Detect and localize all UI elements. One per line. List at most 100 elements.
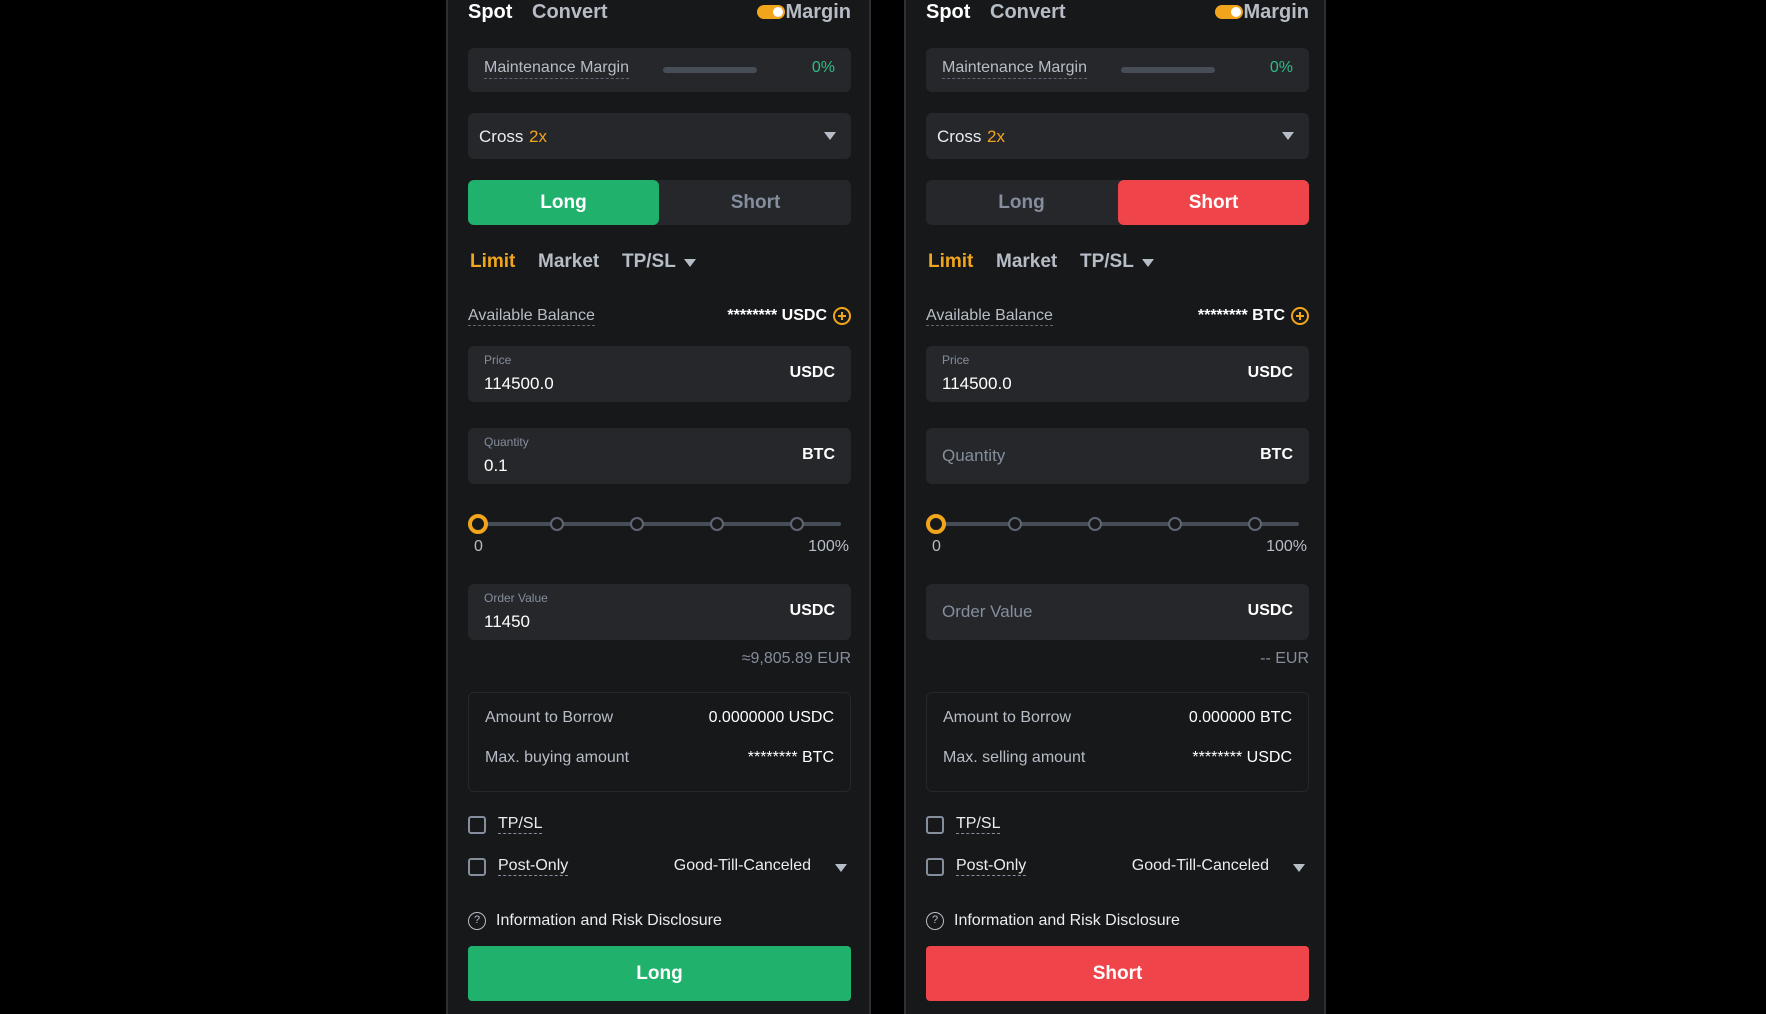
quantity-slider[interactable]: 0 100% [468,512,851,556]
available-balance-value: ******** USDC [727,307,827,324]
caret-down-icon [1282,132,1294,140]
tpsl-checkbox[interactable] [468,816,486,834]
tab-margin[interactable]: Margin [1243,1,1309,24]
tab-tpsl[interactable]: TP/SL [622,251,676,273]
quantity-label: Quantity [484,435,529,449]
price-unit: USDC [1247,364,1293,381]
margin-toggle[interactable] [1215,5,1243,19]
max-amount-label: Max. selling amount [943,749,1086,766]
price-input[interactable]: Price 114500.0 USDC [468,346,851,402]
risk-disclosure[interactable]: ? Information and Risk Disclosure [926,911,1309,935]
tab-spot[interactable]: Spot [468,1,512,24]
quantity-value[interactable]: 0.1 [484,456,508,476]
quantity-placeholder[interactable]: Quantity [942,446,1005,466]
slider-track[interactable] [478,522,841,526]
maintenance-margin-value: 0% [1269,59,1293,76]
leverage-select[interactable]: Cross 2x [468,113,851,159]
maintenance-margin-bar [663,67,757,73]
tab-limit[interactable]: Limit [470,251,515,273]
slider-track[interactable] [936,522,1299,526]
available-balance-label[interactable]: Available Balance [468,307,595,326]
maintenance-margin-label[interactable]: Maintenance Margin [484,59,629,79]
post-only-option: Post-Only Good-Till-Canceled [926,856,1309,880]
borrow-info-box: Amount to Borrow 0.000000 BTC Max. selli… [926,692,1309,792]
trade-type-tabs: Spot Convert Margin [468,0,851,26]
caret-down-icon[interactable] [835,864,847,872]
order-value-value[interactable]: 11450 [484,612,530,632]
short-submit-button[interactable]: Short [926,946,1309,1001]
long-tab-button[interactable]: Long [468,180,659,225]
long-submit-button[interactable]: Long [468,946,851,1001]
leverage-select[interactable]: Cross 2x [926,113,1309,159]
tpsl-checkbox-label[interactable]: TP/SL [956,815,1001,834]
short-tab-button[interactable]: Short [1118,180,1309,225]
short-tab-button[interactable]: Short [660,180,851,225]
slider-min-label: 0 [474,538,483,555]
quantity-slider[interactable]: 0 100% [926,512,1309,556]
tab-convert[interactable]: Convert [532,1,608,24]
risk-disclosure-link[interactable]: Information and Risk Disclosure [954,912,1180,930]
leverage-multiplier: 2x [529,127,547,146]
caret-down-icon[interactable] [1142,259,1154,267]
slider-step-50[interactable] [630,517,644,531]
tab-limit[interactable]: Limit [928,251,973,273]
tpsl-checkbox[interactable] [926,816,944,834]
price-value[interactable]: 114500.0 [942,374,1012,394]
max-amount-value: ******** USDC [1192,749,1292,766]
plus-circle-icon[interactable] [1291,307,1309,325]
post-only-checkbox[interactable] [926,858,944,876]
slider-step-25[interactable] [550,517,564,531]
max-amount-value: ******** BTC [747,749,834,766]
tab-market[interactable]: Market [538,251,599,273]
price-label: Price [484,353,512,367]
order-value-placeholder[interactable]: Order Value [942,602,1032,622]
order-value-input[interactable]: Order Value 11450 USDC [468,584,851,640]
price-value[interactable]: 114500.0 [484,374,554,394]
tab-spot[interactable]: Spot [926,1,970,24]
slider-step-75[interactable] [1168,517,1182,531]
order-type-tabs: Limit Market TP/SL [468,251,851,277]
slider-step-100[interactable] [1248,517,1262,531]
margin-mode: Cross [937,127,982,146]
post-only-checkbox-label[interactable]: Post-Only [498,857,569,876]
risk-disclosure-link[interactable]: Information and Risk Disclosure [496,912,722,930]
max-amount-label: Max. buying amount [485,749,630,766]
tpsl-checkbox-label[interactable]: TP/SL [498,815,543,834]
amount-to-borrow-label: Amount to Borrow [485,709,614,726]
order-value-label: Order Value [484,591,548,605]
time-in-force-select[interactable]: Good-Till-Canceled [674,857,811,875]
time-in-force-select[interactable]: Good-Till-Canceled [1132,857,1269,875]
maintenance-margin-box: Maintenance Margin 0% [926,48,1309,92]
tab-tpsl[interactable]: TP/SL [1080,251,1134,273]
caret-down-icon[interactable] [684,259,696,267]
eur-estimate: ≈9,805.89 EUR [741,650,851,667]
tab-margin[interactable]: Margin [785,1,851,24]
trade-type-tabs: Spot Convert Margin [926,0,1309,26]
quantity-input[interactable]: Quantity 0.1 BTC [468,428,851,484]
quantity-unit: BTC [802,446,835,463]
slider-thumb[interactable] [926,514,946,534]
quantity-input[interactable]: Quantity BTC [926,428,1309,484]
caret-down-icon[interactable] [1293,864,1305,872]
long-tab-button[interactable]: Long [926,180,1117,225]
post-only-checkbox[interactable] [468,858,486,876]
slider-step-75[interactable] [710,517,724,531]
post-only-checkbox-label[interactable]: Post-Only [956,857,1027,876]
maintenance-margin-box: Maintenance Margin 0% [468,48,851,92]
available-balance-label[interactable]: Available Balance [926,307,1053,326]
slider-step-50[interactable] [1088,517,1102,531]
order-value-input[interactable]: Order Value USDC [926,584,1309,640]
tab-convert[interactable]: Convert [990,1,1066,24]
tab-market[interactable]: Market [996,251,1057,273]
risk-disclosure[interactable]: ? Information and Risk Disclosure [468,911,851,935]
slider-thumb[interactable] [468,514,488,534]
borrow-info-box: Amount to Borrow 0.0000000 USDC Max. buy… [468,692,851,792]
slider-step-25[interactable] [1008,517,1022,531]
plus-circle-icon[interactable] [833,307,851,325]
price-input[interactable]: Price 114500.0 USDC [926,346,1309,402]
amount-to-borrow-value: 0.000000 BTC [1188,709,1292,726]
margin-toggle[interactable] [757,5,785,19]
maintenance-margin-label[interactable]: Maintenance Margin [942,59,1087,79]
slider-step-100[interactable] [790,517,804,531]
question-circle-icon: ? [468,912,486,930]
